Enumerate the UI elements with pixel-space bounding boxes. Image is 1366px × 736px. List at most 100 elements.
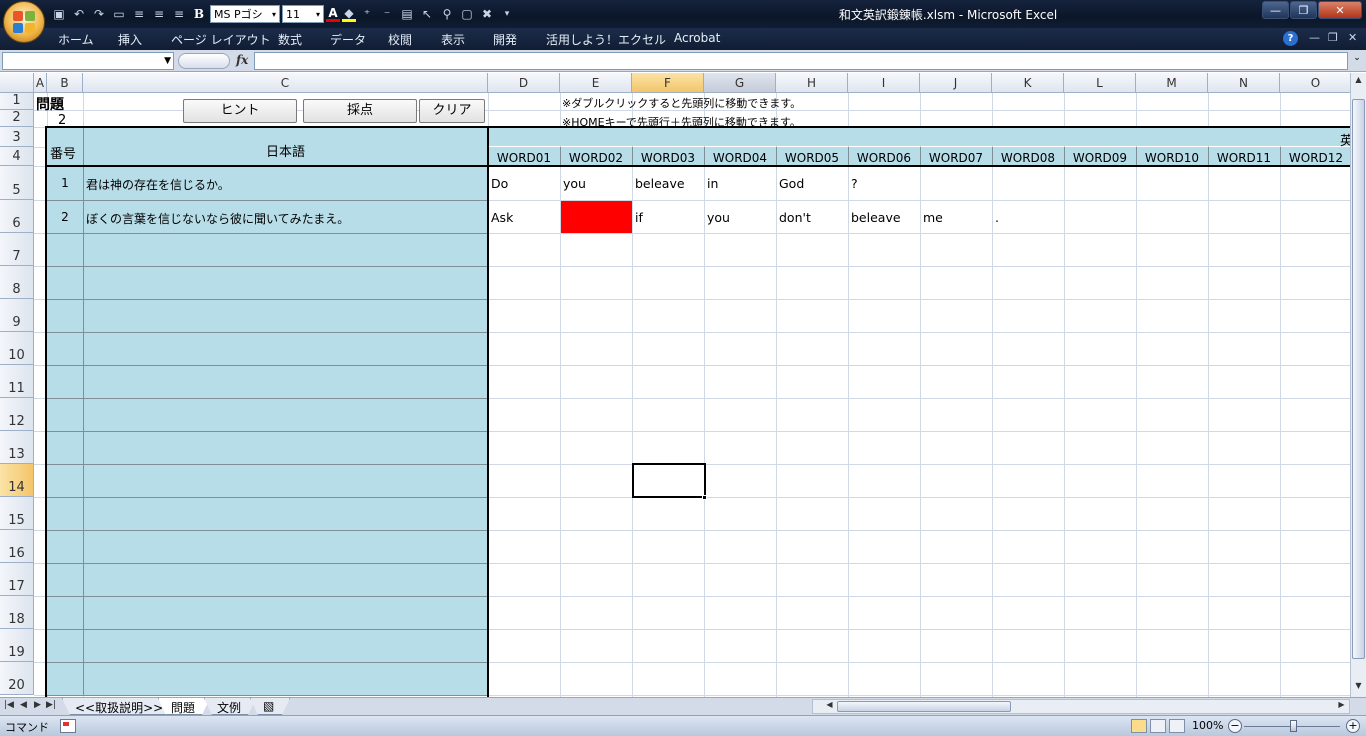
- column-header-l[interactable]: L: [1064, 73, 1136, 93]
- column-header-k[interactable]: K: [992, 73, 1064, 93]
- chevron-down-icon[interactable]: ▼: [164, 56, 171, 66]
- column-header-i[interactable]: I: [848, 73, 920, 93]
- column-header-b[interactable]: B: [47, 73, 83, 93]
- sheet-tab-problem[interactable]: 問題: [158, 698, 210, 715]
- row-header-5[interactable]: 5: [0, 166, 34, 200]
- row-header-17[interactable]: 17: [0, 563, 34, 596]
- office-button[interactable]: [3, 1, 45, 43]
- column-header-c[interactable]: C: [83, 73, 488, 93]
- zoom-out-button[interactable]: −: [1228, 719, 1242, 733]
- column-header-d[interactable]: D: [488, 73, 560, 93]
- row-header-6[interactable]: 6: [0, 200, 34, 233]
- column-header-g[interactable]: G: [704, 73, 776, 93]
- page-layout-view-button[interactable]: [1150, 719, 1166, 733]
- tab-review[interactable]: 校閲: [388, 31, 412, 48]
- vertical-scrollbar[interactable]: ▲ ▼: [1350, 73, 1366, 697]
- insert-function-icon[interactable]: fx: [236, 53, 248, 67]
- name-box[interactable]: ▼: [2, 52, 174, 70]
- word-cell[interactable]: .: [995, 210, 999, 225]
- row-header-19[interactable]: 19: [0, 629, 34, 662]
- vertical-scroll-thumb[interactable]: [1352, 99, 1365, 659]
- word-cell[interactable]: if: [635, 210, 643, 225]
- row-header-20[interactable]: 20: [0, 662, 34, 695]
- horizontal-scrollbar[interactable]: ◀ ▶: [812, 699, 1350, 714]
- word-cell[interactable]: you: [707, 210, 730, 225]
- formula-bar-resize-handle[interactable]: [178, 53, 230, 69]
- row-header-14[interactable]: 14: [0, 464, 34, 497]
- zoom-in-button[interactable]: +: [1346, 719, 1360, 733]
- worksheet-grid[interactable]: A B C D E F G H I J K L M N O 1 2 3 4 5 6 7 8 9 10 11 12 13 14 15 16 17…: [0, 73, 1350, 697]
- row-header-18[interactable]: 18: [0, 596, 34, 629]
- tab-insert[interactable]: 挿入: [118, 31, 142, 48]
- tab-formulas[interactable]: 数式: [278, 31, 302, 48]
- active-cell-selection[interactable]: [632, 463, 706, 498]
- missing-word-highlight[interactable]: [561, 201, 632, 233]
- first-sheet-icon[interactable]: |◀: [4, 700, 14, 710]
- row-header-7[interactable]: 7: [0, 233, 34, 266]
- word-cell[interactable]: ?: [851, 176, 858, 191]
- ribbon-close-icon[interactable]: ✕: [1348, 31, 1357, 44]
- column-header-n[interactable]: N: [1208, 73, 1280, 93]
- row-header-2[interactable]: 2: [0, 110, 34, 127]
- select-all-corner[interactable]: [0, 73, 34, 93]
- ribbon-restore-icon[interactable]: ❐: [1328, 31, 1338, 44]
- restore-button[interactable]: ❐: [1290, 1, 1317, 19]
- row-header-16[interactable]: 16: [0, 530, 34, 563]
- word-cell[interactable]: Do: [491, 176, 508, 191]
- row-header-1[interactable]: 1: [0, 93, 34, 110]
- row-header-10[interactable]: 10: [0, 332, 34, 365]
- column-header-a[interactable]: A: [34, 73, 47, 93]
- fill-handle[interactable]: [702, 495, 707, 500]
- row-header-8[interactable]: 8: [0, 266, 34, 299]
- tab-view[interactable]: 表示: [441, 31, 465, 48]
- column-header-e[interactable]: E: [560, 73, 632, 93]
- horizontal-scroll-thumb[interactable]: [837, 701, 1011, 712]
- tab-acrobat[interactable]: Acrobat: [674, 31, 720, 45]
- clear-button[interactable]: クリア: [419, 99, 485, 123]
- row-header-13[interactable]: 13: [0, 431, 34, 464]
- word-cell[interactable]: in: [707, 176, 718, 191]
- score-button[interactable]: 採点: [303, 99, 417, 123]
- column-header-o[interactable]: O: [1280, 73, 1350, 93]
- normal-view-button[interactable]: [1131, 719, 1147, 733]
- prev-sheet-icon[interactable]: ◀: [20, 700, 27, 710]
- column-header-f[interactable]: F: [632, 73, 704, 93]
- ribbon-minimize-icon[interactable]: —: [1309, 31, 1320, 44]
- tab-page-layout[interactable]: ページ レイアウト: [171, 31, 271, 48]
- word-cell[interactable]: Ask: [491, 210, 513, 225]
- last-sheet-icon[interactable]: ▶|: [46, 700, 56, 710]
- formula-input[interactable]: [254, 52, 1348, 70]
- row-header-12[interactable]: 12: [0, 398, 34, 431]
- row-header-15[interactable]: 15: [0, 497, 34, 530]
- row-header-4[interactable]: 4: [0, 147, 34, 166]
- row-header-3[interactable]: 3: [0, 127, 34, 147]
- zoom-slider-thumb[interactable]: [1290, 720, 1297, 732]
- row-header-11[interactable]: 11: [0, 365, 34, 398]
- hint-button[interactable]: ヒント: [183, 99, 297, 123]
- sheet-tab-examples[interactable]: 文例: [204, 698, 256, 715]
- column-header-j[interactable]: J: [920, 73, 992, 93]
- scroll-up-icon[interactable]: ▲: [1352, 75, 1365, 87]
- help-icon[interactable]: ?: [1283, 31, 1298, 46]
- column-header-h[interactable]: H: [776, 73, 848, 93]
- scroll-down-icon[interactable]: ▼: [1352, 681, 1365, 693]
- tab-data[interactable]: データ: [330, 31, 366, 48]
- row-header-9[interactable]: 9: [0, 299, 34, 332]
- scroll-right-icon[interactable]: ▶: [1335, 700, 1348, 712]
- macro-record-icon[interactable]: [60, 719, 76, 733]
- column-header-m[interactable]: M: [1136, 73, 1208, 93]
- word-cell[interactable]: me: [923, 210, 943, 225]
- word-cell[interactable]: beleave: [635, 176, 685, 191]
- word-cell[interactable]: God: [779, 176, 804, 191]
- word-cell[interactable]: don't: [779, 210, 811, 225]
- tab-developer[interactable]: 開発: [493, 31, 517, 48]
- word-cell[interactable]: beleave: [851, 210, 901, 225]
- minimize-button[interactable]: —: [1262, 1, 1289, 19]
- next-sheet-icon[interactable]: ▶: [34, 700, 41, 710]
- scroll-left-icon[interactable]: ◀: [823, 700, 836, 712]
- word-cell[interactable]: you: [563, 176, 586, 191]
- insert-sheet-icon[interactable]: ▧: [250, 698, 290, 715]
- tab-home[interactable]: ホーム: [58, 31, 94, 48]
- page-break-view-button[interactable]: [1169, 719, 1185, 733]
- tab-katsuyo[interactable]: 活用しよう！エクセル: [546, 31, 666, 48]
